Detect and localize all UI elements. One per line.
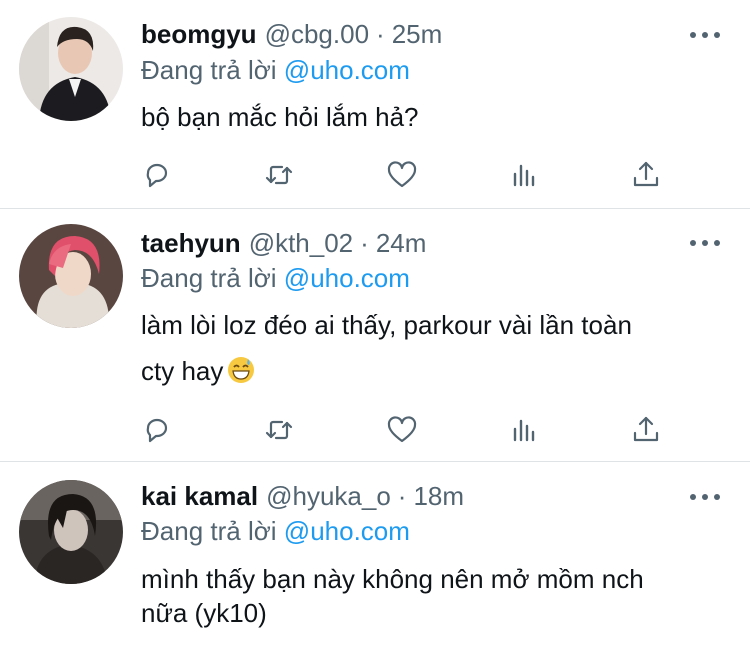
timestamp[interactable]: 25m [392, 17, 443, 51]
reply-label: Đang trả lời [141, 263, 277, 293]
tweet-actions [0, 413, 750, 447]
avatar[interactable] [19, 480, 123, 584]
author-name[interactable]: taehyun [141, 226, 241, 260]
mention-link[interactable]: @uho.com [284, 55, 410, 85]
timestamp[interactable]: 18m [413, 479, 464, 513]
stats-icon[interactable] [508, 413, 542, 447]
avatar[interactable] [19, 224, 123, 328]
reply-icon[interactable] [140, 158, 174, 192]
share-icon[interactable] [629, 413, 663, 447]
more-icon[interactable] [690, 239, 720, 247]
retweet-icon[interactable] [262, 413, 296, 447]
mention-link[interactable]: @uho.com [284, 263, 410, 293]
author-handle[interactable]: @hyuka_o [266, 479, 391, 513]
tweet-text: bộ bạn mắc hỏi lắm hả? [141, 94, 721, 140]
tweet-text: mình thấy bạn này không nên mở mồm nch n… [141, 556, 721, 636]
tweet-text: làm lòi loz đéo ai thấy, parkour vài lần… [141, 302, 721, 394]
tweet[interactable]: taehyun @kth_02 · 24m Đang trả lời @uho.… [0, 209, 750, 462]
author-name[interactable]: kai kamal [141, 479, 258, 513]
author-handle[interactable]: @cbg.00 [265, 17, 369, 51]
retweet-icon[interactable] [262, 158, 296, 192]
reply-icon[interactable] [140, 413, 174, 447]
more-icon[interactable] [690, 31, 720, 39]
author-name[interactable]: beomgyu [141, 17, 257, 51]
like-icon[interactable] [385, 158, 419, 192]
more-icon[interactable] [690, 493, 720, 501]
timestamp[interactable]: 24m [376, 226, 427, 260]
stats-icon[interactable] [508, 158, 542, 192]
reply-label: Đang trả lời [141, 516, 277, 546]
tweet-text-line: làm lòi loz đéo ai thấy, parkour vài lần… [141, 310, 632, 340]
reply-context: Đang trả lời @uho.com [141, 53, 410, 87]
avatar[interactable] [19, 17, 123, 121]
reply-context: Đang trả lời @uho.com [141, 514, 410, 548]
share-icon[interactable] [629, 158, 663, 192]
tweet-actions [0, 158, 750, 192]
separator-dot: · [376, 19, 385, 49]
separator-dot: · [397, 481, 407, 511]
tweet[interactable]: beomgyu @cbg.00 · 25m Đang trả lời @uho.… [0, 0, 750, 209]
reply-context: Đang trả lời @uho.com [141, 261, 410, 295]
author-handle[interactable]: @kth_02 [249, 226, 353, 260]
separator-dot: · [360, 228, 369, 258]
tweet-text-line: bộ bạn mắc hỏi lắm hả? [141, 102, 419, 132]
mention-link[interactable]: @uho.com [284, 516, 410, 546]
grinning-sweat-emoji [227, 352, 255, 383]
tweet-text-line-content: cty hay [141, 356, 224, 386]
tweet[interactable]: kai kamal @hyuka_o · 18m Đang trả lời @u… [0, 462, 750, 646]
tweet-text-line: cty hay [141, 348, 721, 394]
like-icon[interactable] [385, 413, 419, 447]
reply-label: Đang trả lời [141, 55, 277, 85]
